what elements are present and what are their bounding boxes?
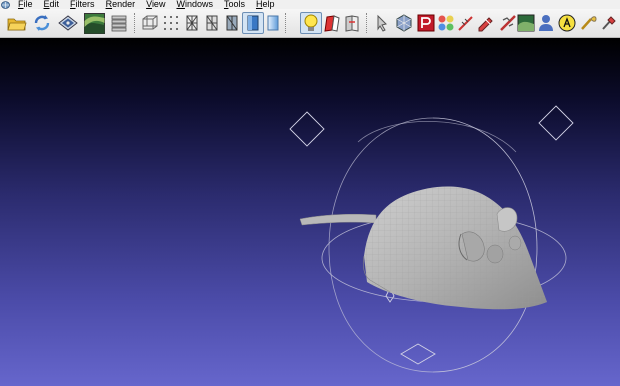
menu-view[interactable]: View [140, 0, 170, 9]
reload-icon[interactable] [31, 12, 53, 34]
manual-edit-icon[interactable] [556, 12, 578, 34]
menu-edit[interactable]: Edit [38, 0, 65, 9]
align-icon[interactable] [435, 12, 457, 34]
measure-icon[interactable] [455, 12, 477, 34]
select-vertices-icon[interactable] [393, 12, 415, 34]
z-painting-icon[interactable] [598, 12, 620, 34]
select-faces-icon[interactable] [371, 12, 393, 34]
hidden-lines-icon[interactable] [201, 12, 223, 34]
menu-windows[interactable]: Windows [170, 0, 218, 9]
main-toolbar [0, 9, 620, 38]
snapshot-icon[interactable] [83, 12, 105, 34]
meshlab-app-icon [1, 0, 10, 9]
layers-icon[interactable] [108, 12, 130, 34]
annotation-icon[interactable] [535, 12, 557, 34]
flat-shading-icon[interactable] [242, 12, 264, 34]
double-side-icon[interactable] [341, 12, 363, 34]
points-icon[interactable] [160, 12, 182, 34]
menu-help[interactable]: Help [250, 0, 280, 9]
lighting-icon[interactable] [300, 12, 322, 34]
edit-mesh-icon[interactable] [475, 12, 497, 34]
save-icon[interactable] [57, 12, 79, 34]
back-face-icon[interactable] [321, 12, 343, 34]
menu-file[interactable]: File [12, 0, 38, 9]
flat-lines-icon[interactable] [221, 12, 243, 34]
smooth-shading-icon[interactable] [262, 12, 284, 34]
3d-viewport[interactable] [0, 38, 620, 386]
reference-icon[interactable] [515, 12, 537, 34]
wireframe-icon[interactable] [181, 12, 203, 34]
scene-canvas [289, 105, 574, 373]
mouse-mesh[interactable] [299, 186, 547, 310]
open-folder-icon[interactable] [6, 12, 28, 34]
menu-filters[interactable]: Filters [64, 0, 100, 9]
menu-bar: File Edit Filters Render View Windows Tools Hel… [0, 0, 620, 9]
menu-tools[interactable]: Tools [218, 0, 250, 9]
paint-icon[interactable] [415, 12, 437, 34]
pick-point-icon[interactable] [577, 12, 599, 34]
bounding-box-icon[interactable] [139, 12, 161, 34]
menu-render[interactable]: Render [100, 0, 141, 9]
